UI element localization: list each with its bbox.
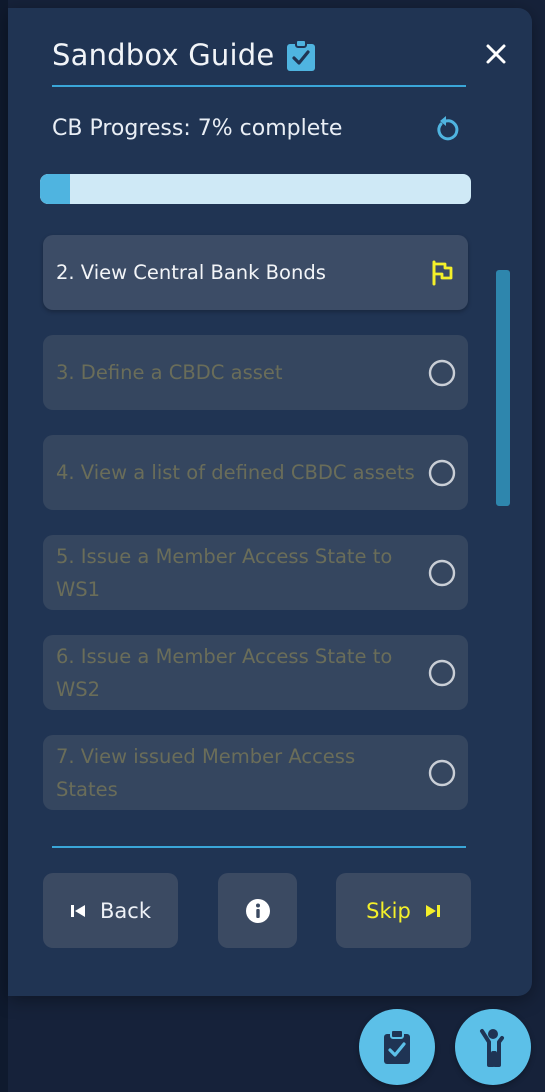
- background-edge: [0, 0, 8, 1092]
- step-item[interactable]: 2. View Central Bank Bonds: [43, 235, 468, 310]
- step-item[interactable]: 7. View issued Member Access States: [43, 735, 468, 810]
- step-label: 7. View issued Member Access States: [56, 744, 356, 801]
- progress-bar: [40, 174, 471, 204]
- skip-back-icon: [71, 904, 85, 917]
- circle-icon: [428, 759, 456, 787]
- skip-forward-icon: [425, 904, 440, 917]
- close-button[interactable]: [478, 36, 514, 72]
- step-list-scrollbar[interactable]: [496, 270, 510, 506]
- circle-icon: [428, 459, 456, 487]
- back-button[interactable]: Back: [43, 873, 178, 948]
- step-list: 2. View Central Bank Bonds 3. Define a C…: [43, 235, 468, 835]
- progress-bar-fill: [40, 174, 71, 204]
- flag-icon: [428, 259, 456, 287]
- app-stage: Sandbox Guide CB Progress: 7% complete 2…: [0, 0, 545, 1092]
- step-item[interactable]: 4. View a list of defined CBDC assets: [43, 435, 468, 510]
- step-label: 5. Issue a Member Access State to WS1: [56, 544, 393, 601]
- skip-button[interactable]: Skip: [336, 873, 471, 948]
- header-divider: [52, 85, 466, 87]
- step-label: 2. View Central Bank Bonds: [56, 261, 326, 284]
- back-label: Back: [100, 898, 151, 923]
- guide-header: Sandbox Guide: [52, 38, 318, 72]
- progress-label: CB Progress: 7% complete: [52, 116, 343, 141]
- step-label: 4. View a list of defined CBDC assets: [56, 461, 415, 484]
- close-icon: [486, 44, 506, 64]
- step-label: 3. Define a CBDC asset: [56, 361, 283, 384]
- info-icon: [245, 898, 270, 923]
- circle-icon: [428, 659, 456, 687]
- person-icon: [480, 1029, 504, 1067]
- skip-label: Skip: [366, 898, 411, 923]
- sandbox-guide-panel: Sandbox Guide CB Progress: 7% complete 2…: [8, 8, 532, 996]
- guide-fab-button[interactable]: [359, 1009, 435, 1085]
- step-item[interactable]: 3. Define a CBDC asset: [43, 335, 468, 410]
- footer-divider: [52, 846, 466, 848]
- step-label: 6. Issue a Member Access State to WS2: [56, 644, 393, 701]
- guide-title: Sandbox Guide: [52, 38, 275, 72]
- reset-progress-button[interactable]: [430, 114, 462, 146]
- step-item[interactable]: 5. Issue a Member Access State to WS1: [43, 535, 468, 610]
- clipboard-check-icon: [284, 38, 318, 72]
- info-button[interactable]: [218, 873, 297, 948]
- person-fab-button[interactable]: [455, 1009, 531, 1085]
- step-item[interactable]: 6. Issue a Member Access State to WS2: [43, 635, 468, 710]
- reset-icon: [437, 116, 459, 141]
- clipboard-check-icon: [384, 1029, 410, 1064]
- circle-icon: [428, 359, 456, 387]
- circle-icon: [428, 559, 456, 587]
